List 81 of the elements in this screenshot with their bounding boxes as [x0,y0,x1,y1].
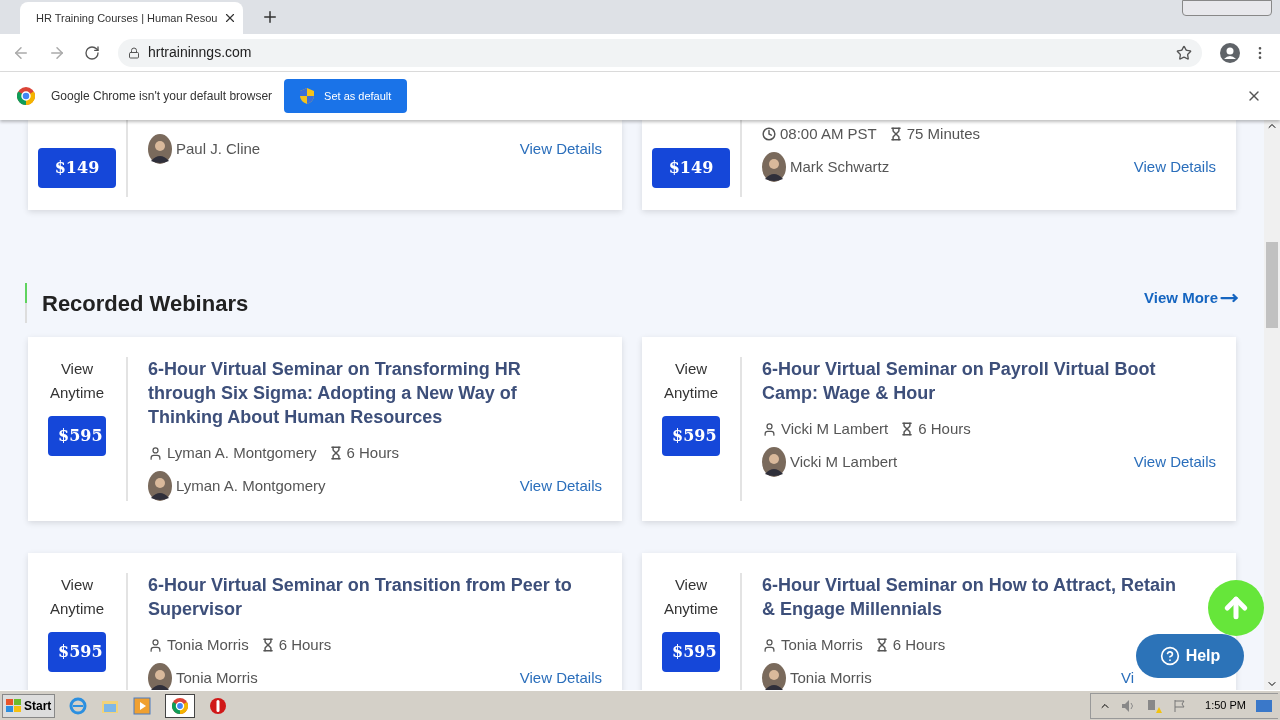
show-desktop-icon[interactable] [1256,698,1272,713]
speaker-name: Tonia Morris [790,667,872,688]
scroll-top-button[interactable] [1208,580,1264,636]
duration-text: 6 Hours [918,419,971,439]
price-button[interactable]: $149 [652,148,730,188]
duration-text: 6 Hours [278,635,332,655]
profile-icon[interactable] [1220,42,1240,63]
help-button[interactable]: Help [1136,634,1244,678]
instructor-name: Tonia Morris [167,635,249,655]
availability-label: View Anytime [48,359,106,403]
course-title[interactable]: 6-Hour Virtual Seminar on Transforming HR through Six Sigma: Adopting a New Way of Thinking About Human Resources [148,357,576,429]
price-button[interactable]: $149 [38,148,116,188]
avatar-icon [148,134,172,164]
browser-tab[interactable]: HR Training Courses | Human Resou [20,2,243,34]
availability-label: View Anytime [48,575,106,619]
duration-text: 6 Hours [892,635,946,655]
section-heading: Recorded Webinars [42,289,249,318]
shield-icon [300,88,315,104]
media-player-icon[interactable] [133,696,152,715]
person-icon [148,445,163,461]
chrome-logo-icon [172,697,189,714]
start-time: 08:00 AM PST [780,124,877,144]
avatar-icon [762,447,786,477]
avatar-icon [762,152,786,182]
help-icon [1159,646,1180,666]
speaker-name: Paul J. Cline [176,138,261,159]
view-details-link[interactable]: View Details [1133,450,1216,474]
speaker-name: Lyman A. Montgomery [176,475,326,496]
person-icon [762,421,777,437]
price-button[interactable]: $595 [662,416,720,456]
speaker-name: Mark Schwartz [790,156,890,177]
view-more-link[interactable]: View More [1144,286,1238,310]
lock-icon [128,46,140,59]
duration-text: 75 Minutes [906,124,981,144]
duration-text: 6 Hours [346,443,400,463]
hourglass-icon [888,127,903,141]
speaker-name: Vicki M Lambert [790,451,898,472]
windows-logo-icon [6,698,22,713]
price-button[interactable]: $595 [48,632,106,672]
flag-icon[interactable] [1173,698,1188,713]
speaker-name: Tonia Morris [176,667,258,688]
reload-icon[interactable] [84,44,100,61]
hourglass-icon [874,638,889,652]
view-details-link[interactable]: Vi [1120,666,1134,690]
network-icon[interactable] [1147,697,1164,714]
course-title[interactable]: 6-Hour Virtual Seminar on Payroll Virtual Boot Camp: Wage & Hour [762,357,1190,405]
scrollbar-thumb[interactable] [1266,242,1278,328]
infobar-message: Google Chrome isn't your default browser [51,88,273,105]
availability-label: View Anytime [662,575,720,619]
price-button[interactable]: $595 [662,632,720,672]
instructor-name: Lyman A. Montgomery [167,443,317,463]
hourglass-icon [900,422,915,436]
availability-label: View Anytime [662,359,720,403]
hourglass-icon [260,638,275,652]
taskbar-chrome-button[interactable] [165,693,196,718]
bookmark-star-icon[interactable] [1176,44,1192,61]
instructor-name: Tonia Morris [781,635,863,655]
browser-e-icon[interactable] [69,696,88,715]
view-details-link[interactable]: View Details [519,137,602,161]
tab-title: HR Training Courses | Human Resou [36,10,219,26]
url-text: hrtraininngs.com [148,43,252,62]
avatar-icon [148,471,172,501]
close-icon[interactable] [223,11,237,25]
course-title[interactable]: 6-Hour Virtual Seminar on How to Attract, Retain & Engage Millennials [762,573,1190,621]
view-details-link[interactable]: View Details [519,666,602,690]
address-bar[interactable]: hrtraininngs.com [118,38,1202,67]
hourglass-icon [328,446,343,460]
course-title[interactable]: 6-Hour Virtual Seminar on Transition from Peer to Supervisor [148,573,576,621]
clock-icon [762,127,776,141]
chrome-logo-icon [17,87,35,105]
stop-sign-icon[interactable] [209,696,228,715]
instructor-name: Vicki M Lambert [781,419,889,439]
start-button[interactable]: Start [2,693,56,718]
view-details-link[interactable]: View Details [519,474,602,498]
new-tab-icon[interactable] [261,8,279,26]
clock-text: 1:50 PM [1205,698,1246,714]
person-icon [762,637,777,653]
person-icon [148,637,163,653]
view-details-link[interactable]: View Details [1133,155,1216,179]
set-default-button[interactable]: Set as default [284,79,408,113]
price-button[interactable]: $595 [48,416,106,456]
